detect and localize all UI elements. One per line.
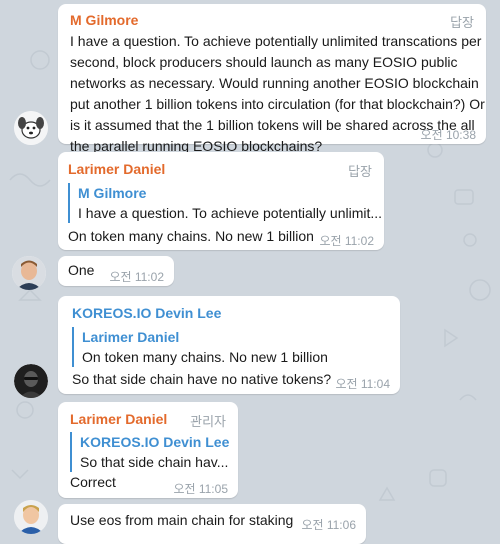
message-bubble[interactable]: Use eos from main chain for staking 오전 1… (58, 504, 366, 544)
sender-name[interactable]: KOREOS.IO Devin Lee (72, 305, 221, 321)
reply-quote[interactable]: Larimer Daniel On token many chains. No … (72, 327, 328, 367)
message-time: 오전 11:06 (301, 518, 356, 532)
quote-sender: KOREOS.IO Devin Lee (80, 434, 230, 450)
reply-label: 답장 (450, 15, 474, 30)
message-time: 오전 11:02 (109, 270, 164, 284)
quote-text: On token many chains. No new 1 billion (82, 349, 328, 365)
reply-quote[interactable]: M Gilmore I have a question. To achieve … (68, 183, 382, 223)
message-bubble[interactable]: KOREOS.IO Devin Lee Larimer Daniel On to… (58, 296, 400, 394)
message-text: Use eos from main chain for staking (70, 512, 294, 528)
sender-name[interactable]: M Gilmore (70, 12, 138, 28)
message-text: Correct (70, 474, 116, 490)
quote-sender: Larimer Daniel (82, 329, 180, 345)
message-bubble[interactable]: Larimer Daniel 관리자 KOREOS.IO Devin Lee S… (58, 402, 238, 498)
message-bubble[interactable]: M Gilmore 답장 I have a question. To achie… (58, 4, 486, 154)
message-text: So that side chain have no native tokens… (72, 371, 332, 387)
message-bubble[interactable]: Larimer Daniel 답장 M Gilmore I have a que… (58, 152, 384, 250)
person-avatar-icon (12, 256, 46, 290)
message-time: 오전 11:02 (319, 234, 374, 248)
avatar[interactable] (12, 256, 46, 290)
avatar[interactable] (14, 500, 48, 534)
message-time: 오전 11:05 (173, 482, 228, 496)
message-time: 오전 11:04 (335, 377, 390, 391)
message-bubble[interactable]: One 오전 11:02 (58, 256, 174, 286)
sender-name[interactable]: Larimer Daniel (68, 161, 165, 177)
message-text: One (68, 262, 95, 278)
cartoon-dog-avatar-icon (14, 111, 48, 145)
dark-person-avatar-icon (14, 364, 48, 398)
message-time: 오전 10:38 (420, 128, 476, 142)
reply-quote[interactable]: KOREOS.IO Devin Lee So that side chain h… (70, 432, 229, 472)
person-avatar-icon (14, 500, 48, 534)
message-text: On token many chains. No new 1 billion (68, 228, 314, 244)
quote-sender: M Gilmore (78, 185, 147, 201)
reply-label: 답장 (348, 164, 372, 179)
avatar[interactable] (14, 364, 48, 398)
admin-label: 관리자 (190, 414, 226, 429)
quote-text: So that side chain hav... (80, 454, 229, 470)
quote-text: I have a question. To achieve potentiall… (78, 205, 383, 221)
avatar[interactable] (14, 111, 48, 145)
sender-name[interactable]: Larimer Daniel (70, 411, 167, 427)
